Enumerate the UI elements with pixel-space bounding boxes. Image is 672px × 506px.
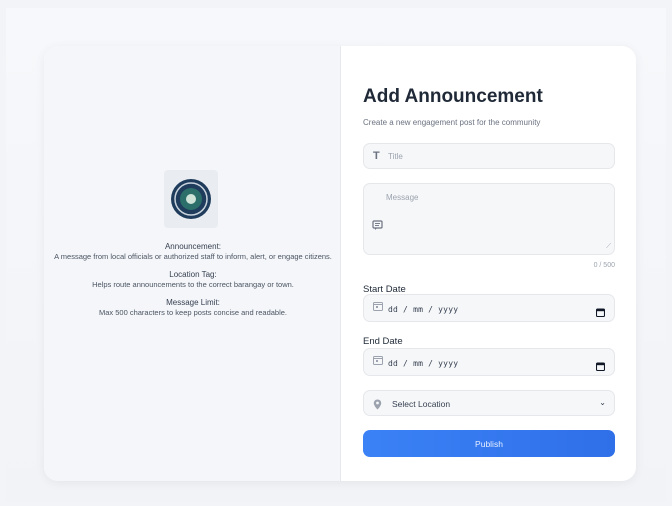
info-text: Announcement: A message from local offic…: [52, 242, 334, 326]
start-date-value: dd / mm / yyyy: [388, 305, 459, 314]
chevron-down-icon: ⌄: [599, 398, 606, 407]
text-t-icon: T: [373, 150, 380, 162]
info-heading: Location Tag:: [169, 270, 217, 279]
calendar-picker-icon[interactable]: [595, 358, 606, 376]
calendar-icon: [373, 352, 383, 370]
form-subtitle: Create a new engagement post for the com…: [363, 118, 541, 127]
end-date-value: dd / mm / yyyy: [388, 359, 459, 368]
start-date-input[interactable]: dd / mm / yyyy: [363, 294, 615, 322]
form-title: Add Announcement: [363, 86, 543, 107]
resize-handle-icon[interactable]: ⟋: [606, 243, 611, 251]
character-counter: 0 / 500: [593, 262, 615, 269]
title-placeholder: Title: [388, 152, 403, 161]
info-panel: Announcement: A message from local offic…: [44, 46, 341, 481]
map-pin-icon: [373, 397, 382, 415]
info-announcement: Announcement: A message from local offic…: [52, 242, 334, 262]
location-select[interactable]: Select Location ⌄: [363, 390, 615, 416]
publish-button[interactable]: Publish: [363, 430, 615, 457]
info-heading: Announcement:: [164, 242, 222, 251]
message-icon: [372, 218, 383, 236]
info-description: Max 500 characters to keep posts concise…: [98, 308, 288, 317]
end-date-input[interactable]: dd / mm / yyyy: [363, 348, 615, 376]
end-date-label: End Date: [363, 336, 403, 347]
info-description: Helps route announcements to the correct…: [92, 280, 294, 289]
info-description: A message from local officials or author…: [54, 252, 332, 261]
organization-logo: [164, 170, 218, 228]
message-textarea[interactable]: Message ⟋: [363, 183, 615, 255]
announcement-card: Announcement: A message from local offic…: [44, 46, 636, 481]
info-heading: Message Limit:: [166, 298, 220, 307]
message-placeholder: Message: [386, 193, 419, 202]
seal-image: [171, 179, 211, 219]
title-input[interactable]: T Title: [363, 143, 615, 169]
location-selected-value: Select Location: [392, 399, 451, 409]
info-message-limit: Message Limit: Max 500 characters to kee…: [52, 298, 334, 318]
calendar-icon: [373, 298, 383, 316]
form-panel: Add Announcement Create a new engagement…: [341, 46, 636, 481]
calendar-picker-icon[interactable]: [595, 304, 606, 322]
info-location-tag: Location Tag: Helps route announcements …: [52, 270, 334, 290]
